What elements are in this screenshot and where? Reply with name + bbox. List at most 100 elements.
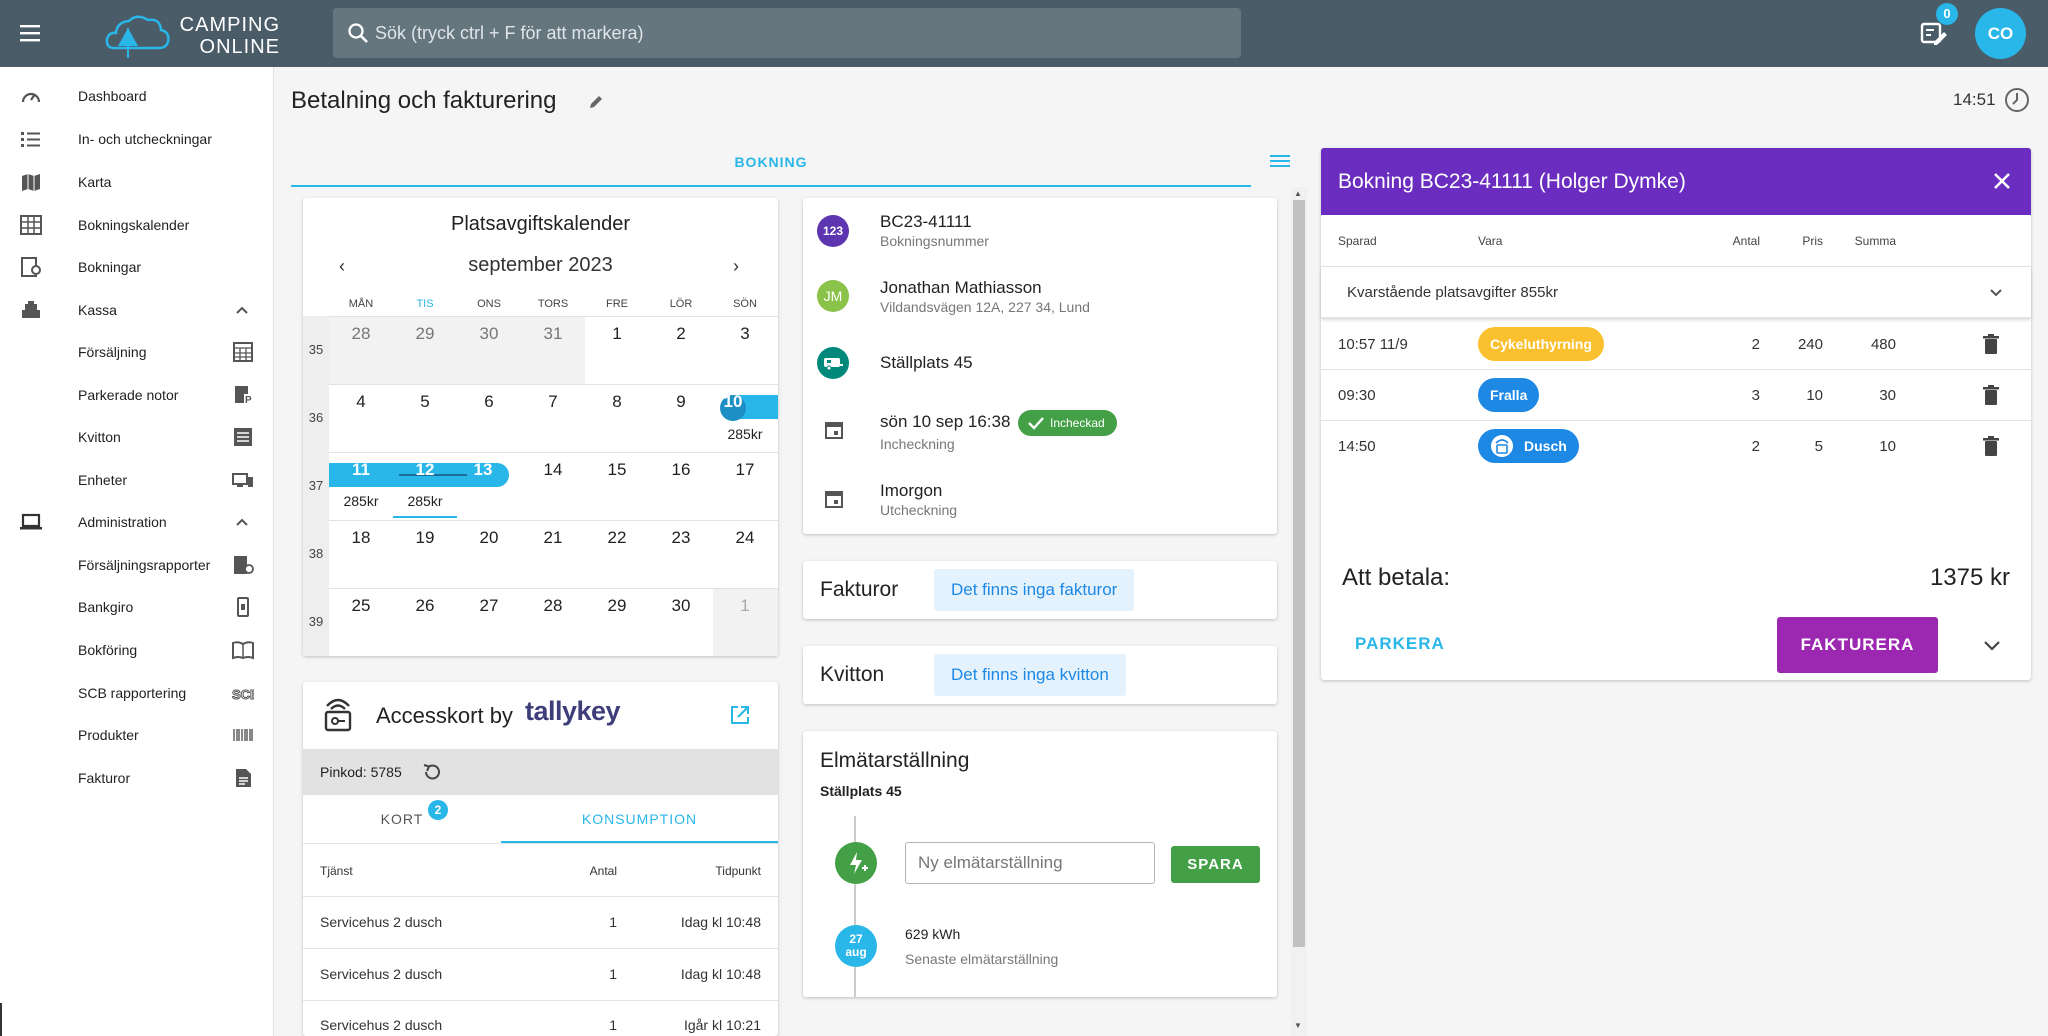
weekday-label: TORS [537,298,569,310]
calendar-day[interactable]: 4 [329,392,393,412]
calendar-day[interactable]: 16 [649,460,713,480]
calendar-day[interactable]: 5 [393,392,457,412]
table-row[interactable]: 10:57 11/9 Cykeluthyrning 2 240 480 [1321,319,2031,370]
calendar-day[interactable]: 25 [329,596,393,616]
close-icon[interactable] [1991,170,2013,192]
delete-icon[interactable] [1982,384,2000,406]
calendar-day[interactable]: 23 [649,528,713,548]
calendar-day[interactable]: 1 [585,324,649,344]
sidebar-item-receipts[interactable]: Kvitton [0,417,274,457]
calendar-day-selected[interactable]: 13 [451,460,515,480]
calendar-day[interactable]: 7 [521,392,585,412]
page-title: Betalning och fakturering [291,87,557,114]
calendar-day[interactable]: 28 [521,596,585,616]
sidebar-item-sales[interactable]: Försäljning [0,332,274,372]
tab-kort[interactable]: KORT [303,795,501,843]
row-price: 5 [1814,438,1823,455]
calendar-day[interactable]: 3 [713,324,777,344]
scroll-up-icon[interactable]: ▲ [1294,189,1302,198]
sidebar-item-booking-calendar[interactable]: Bokningskalender [0,205,274,245]
pencil-icon[interactable] [588,94,604,110]
invoice-button[interactable]: FAKTURERA [1777,617,1938,673]
weekday-label: ONS [477,298,501,310]
calendar-day[interactable]: 24 [713,528,777,548]
calendar-day-selected[interactable]: 10 [701,392,765,412]
calendar-day[interactable]: 8 [585,392,649,412]
delete-icon[interactable] [1982,435,2000,457]
scrollbar-thumb[interactable] [1293,200,1305,947]
calendar-day[interactable]: 31 [521,324,585,344]
calendar-day[interactable]: 27 [457,596,521,616]
receipts-title: Kvitton [820,663,885,686]
row-saved: 10:57 11/9 [1338,336,1408,353]
check-icon [1027,414,1045,432]
delete-icon[interactable] [1982,333,2000,355]
search-input[interactable] [375,8,1225,58]
sidebar-item-checkins[interactable]: In- och utcheckningar [0,119,274,159]
sidebar-item-products[interactable]: Produkter [0,715,274,755]
sidebar-item-scb-reporting[interactable]: SCB rapportering SCB [0,673,274,713]
sidebar-item-bookings[interactable]: Bokningar [0,247,274,287]
sidebar-item-accounting[interactable]: Bokföring [0,630,274,670]
menu-icon[interactable] [12,17,48,49]
calendar-day[interactable]: 26 [393,596,457,616]
calendar-day[interactable]: 1 [713,596,777,616]
shower-icon [1490,434,1514,458]
calendar-day-selected[interactable]: 12 [393,460,457,480]
avatar[interactable]: CO [1975,8,2026,59]
sidebar-item-kassa[interactable]: Kassa [0,290,274,330]
tab-bokning[interactable]: BOKNING [291,147,1251,187]
calendar-day[interactable]: 18 [329,528,393,548]
booking-number: BC23-41111 [880,212,972,231]
calendar-day[interactable]: 2 [649,324,713,344]
calendar-day[interactable]: 6 [457,392,521,412]
chevron-down-icon[interactable] [1981,634,2003,656]
park-button[interactable]: PARKERA [1355,634,1445,654]
divider [303,843,778,844]
guest-name[interactable]: Jonathan Mathiasson [880,278,1042,298]
calendar-day[interactable]: 17 [713,460,777,480]
search-box[interactable] [333,8,1241,58]
receipts-card: Kvitton Det finns inga kvitton [803,646,1277,704]
tab-konsumption[interactable]: KONSUMPTION [501,795,778,843]
sidebar-item-invoices[interactable]: Fakturor [0,758,274,798]
calendar-day[interactable]: 22 [585,528,649,548]
calendar-day[interactable]: 14 [521,460,585,480]
save-meter-button[interactable]: SPARA [1171,846,1260,883]
calendar-day[interactable]: 21 [521,528,585,548]
scroll-down-icon[interactable]: ▼ [1294,1021,1302,1030]
divider [303,896,778,897]
column-header: Tidpunkt [715,864,761,878]
sidebar-item-administration[interactable]: Administration [0,502,274,542]
week-number: 37 [308,478,324,493]
calendar-day[interactable]: 20 [457,528,521,548]
calendar-day[interactable]: 29 [393,324,457,344]
hamburger-icon[interactable] [1268,150,1292,172]
calendar-title: Platsavgiftskalender [451,213,630,235]
sidebar-item-map[interactable]: Karta [0,162,274,202]
sidebar-item-devices[interactable]: Enheter [0,460,274,500]
chevron-down-icon[interactable] [1988,285,2004,301]
table-row[interactable]: 14:50 Dusch 2 5 10 [1321,421,2031,472]
calendar-day[interactable]: 28 [329,324,393,344]
calendar-day[interactable]: 29 [585,596,649,616]
calendar-day[interactable]: 30 [649,596,713,616]
row-sum: 480 [1870,336,1896,353]
calendar-day[interactable]: 15 [585,460,649,480]
refresh-icon[interactable] [421,761,443,783]
checkout-label: Utcheckning [880,502,958,518]
sidebar-item-dashboard[interactable]: Dashboard [0,76,274,116]
remaining-fees-row[interactable]: Kvarstående platsavgifter 855kr [1321,266,2031,318]
day-price: 285kr [343,493,379,509]
calendar-day[interactable]: 19 [393,528,457,548]
sidebar-item-bankgiro[interactable]: Bankgiro [0,587,274,627]
calendar-day[interactable]: 30 [457,324,521,344]
sidebar-item-parked-notes[interactable]: Parkerade notor P [0,375,274,415]
weekday-label: TIS [416,298,434,310]
table-row[interactable]: 09:30 Fralla 3 10 30 [1321,370,2031,421]
sidebar-item-sales-reports[interactable]: Försäljningsrapporter [0,545,274,585]
meter-reading-input[interactable] [905,842,1155,884]
open-external-icon[interactable] [728,703,752,727]
chevron-right-icon[interactable]: › [733,256,739,277]
calendar-day-selected[interactable]: 11 [329,460,393,480]
